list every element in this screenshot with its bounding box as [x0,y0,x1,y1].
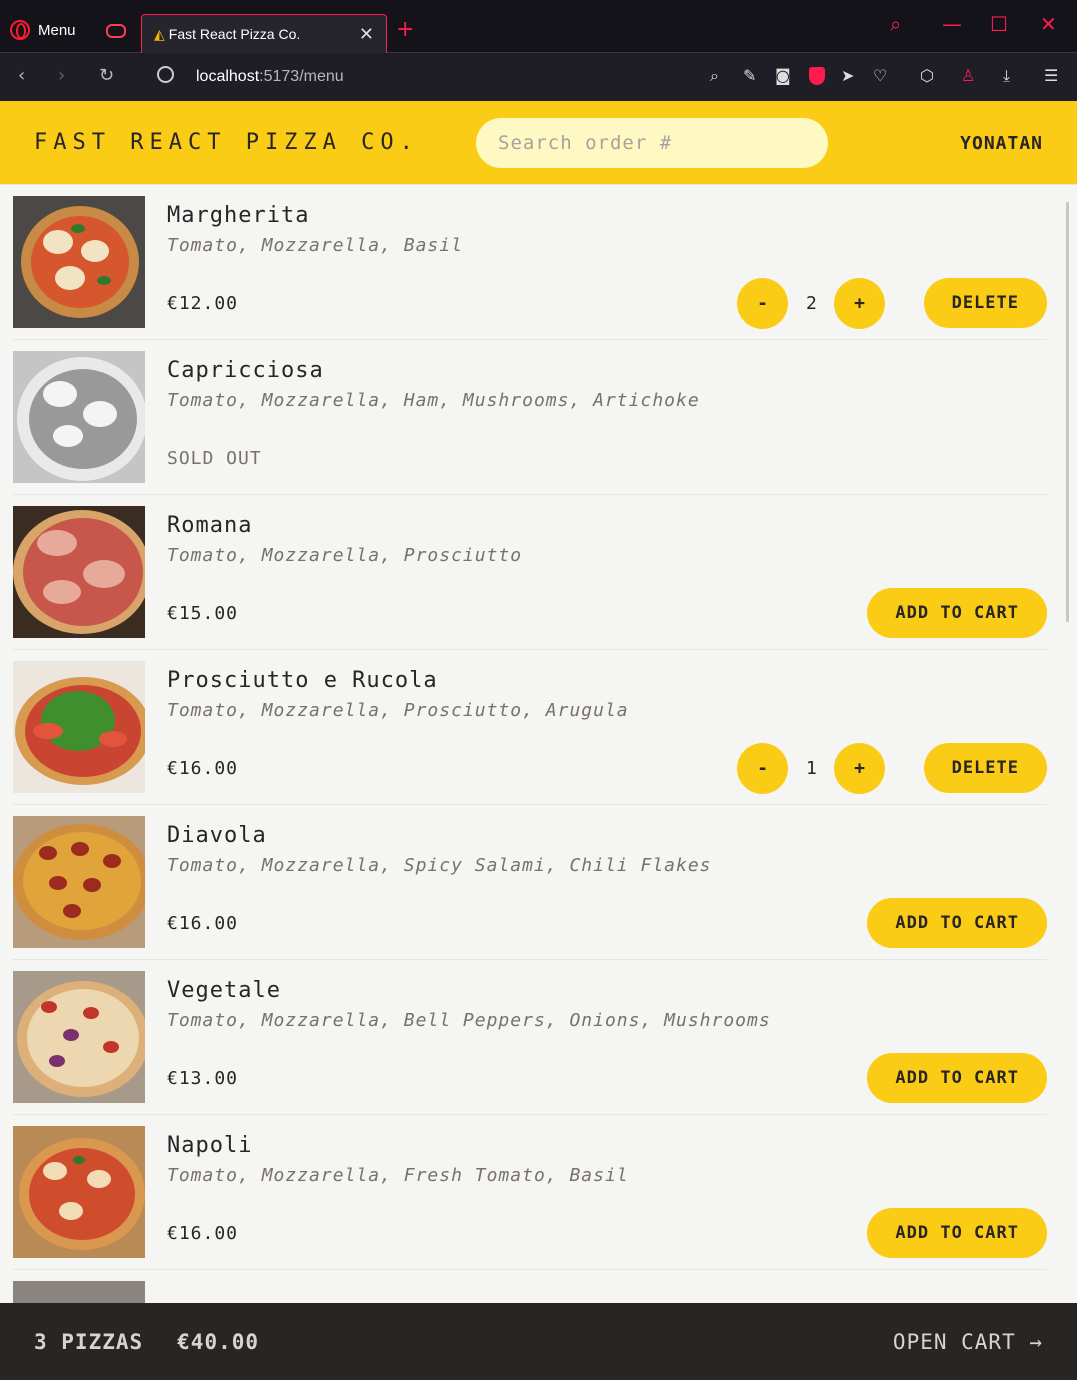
maximize-icon[interactable]: ☐ [990,12,1008,36]
globe-icon [157,66,174,83]
menu-list: Margherita Tomato, Mozzarella, Basil €12… [0,185,1077,1303]
pizza-price: €16.00 [167,1223,239,1244]
browser-menu-button[interactable]: Menu [10,20,76,40]
url-host: localhost [196,68,260,85]
scrollbar-thumb[interactable] [1066,202,1069,622]
cube-icon[interactable]: ⬡ [920,66,934,85]
increase-button[interactable]: + [834,278,885,329]
search-icon[interactable]: ⌕ [890,12,901,36]
add-to-cart-button[interactable]: ADD TO CART [867,588,1047,638]
quantity-stepper: - 2 + [737,278,885,329]
browser-tab-bar: Menu ◭ Fast React Pizza Co. ✕ + ⌕ — ☐ ✕ [0,0,1077,53]
heart-icon[interactable]: ♡ [873,66,887,85]
delete-button[interactable]: DELETE [923,278,1047,328]
browser-menu-label: Menu [38,21,76,39]
increase-button[interactable]: + [834,743,885,794]
browser-tab-active[interactable]: ◭ Fast React Pizza Co. ✕ [141,14,387,53]
zoom-icon[interactable]: ⌕ [710,66,719,86]
close-tab-icon[interactable]: ✕ [359,24,374,45]
opera-logo-icon [10,20,30,40]
cart-summary: 3 PIZZAS €40.00 [34,1330,259,1354]
download-icon[interactable]: ⤓ [1003,66,1010,86]
pizza-image [13,506,145,638]
pizza-name: Vegetale [167,978,281,1003]
app-header: Fast React Pizza Co. YONATAN [0,101,1077,185]
pizza-item: Vegetale Tomato, Mozzarella, Bell Pepper… [13,960,1047,1115]
pizza-favicon-icon: ◭ [154,25,165,42]
pizza-item: Napoli Tomato, Mozzarella, Fresh Tomato,… [13,1115,1047,1270]
url-field[interactable]: localhost:5173/menu [196,68,344,86]
pizza-name: Margherita [167,203,310,228]
pizza-item: Romana Tomato, Mozzarella, Prosciutto €1… [13,495,1047,650]
settings-sliders-icon[interactable]: ☰ [1044,66,1058,85]
open-cart-link[interactable]: OPEN CART → [893,1330,1043,1354]
pizza-image [13,971,145,1103]
reload-icon[interactable]: ↻ [99,65,114,86]
tab-title: Fast React Pizza Co. [168,26,301,42]
pizza-item: Margherita Tomato, Mozzarella, Basil €12… [13,185,1047,340]
pizza-ingredients: Tomato, Mozzarella, Prosciutto, Arugula [167,700,629,721]
camera-icon[interactable]: ◙ [775,66,791,85]
pizza-item: Prosciutto e Rucola Tomato, Mozzarella, … [13,650,1047,805]
new-tab-icon[interactable]: + [396,17,414,42]
add-to-cart-button[interactable]: ADD TO CART [867,1208,1047,1258]
pizza-ingredients: Tomato, Mozzarella, Fresh Tomato, Basil [167,1165,629,1186]
pizza-ingredients: Tomato, Mozzarella, Bell Peppers, Onions… [167,1010,771,1031]
pizza-ingredients: Tomato, Mozzarella, Ham, Mushrooms, Arti… [167,390,700,411]
logo[interactable]: Fast React Pizza Co. [34,130,419,155]
pizza-name: Capricciosa [167,358,324,383]
pizza-item: Capricciosa Tomato, Mozzarella, Ham, Mus… [13,340,1047,495]
decrease-button[interactable]: - [737,743,788,794]
pizza-name: Romana [167,513,253,538]
delete-button[interactable]: DELETE [923,743,1047,793]
url-path: :5173/menu [259,68,344,85]
pizza-image-partial [13,1281,145,1303]
quantity-value: 2 [806,293,817,314]
snapshot-edit-icon[interactable]: ✎ [743,66,756,85]
pizza-name: Napoli [167,1133,253,1158]
back-icon[interactable]: ‹ [18,65,25,86]
decrease-button[interactable]: - [737,278,788,329]
quantity-value: 1 [806,758,817,779]
minimize-icon[interactable]: — [942,12,962,36]
pizza-price: €16.00 [167,913,239,934]
add-to-cart-button[interactable]: ADD TO CART [867,898,1047,948]
cart-overview: 3 PIZZAS €40.00 OPEN CART → [0,1303,1077,1380]
sold-out-label: Sold out [167,448,262,469]
pizza-name: Diavola [167,823,267,848]
pizza-ingredients: Tomato, Mozzarella, Basil [167,235,463,256]
pizza-price: €13.00 [167,1068,239,1089]
pizza-name: Prosciutto e Rucola [167,668,438,693]
pizza-price: €15.00 [167,603,239,624]
pizza-item: Diavola Tomato, Mozzarella, Spicy Salami… [13,805,1047,960]
pizza-image [13,816,145,948]
cart-total: €40.00 [177,1330,260,1354]
cart-pizza-count: 3 PIZZAS [34,1330,144,1354]
address-bar: ‹ › ↻ localhost:5173/menu ⌕ ✎ ◙ ➤ ♡ ⬡ ♙ … [0,53,1077,101]
forward-icon[interactable]: › [58,65,65,86]
close-window-icon[interactable]: ✕ [1040,12,1057,36]
pizza-ingredients: Tomato, Mozzarella, Prosciutto [167,545,523,566]
pizza-ingredients: Tomato, Mozzarella, Spicy Salami, Chili … [167,855,712,876]
pizza-image [13,196,145,328]
pizza-image [13,1126,145,1258]
pizza-image [13,661,145,793]
pizza-price: €16.00 [167,758,239,779]
send-icon[interactable]: ➤ [841,66,854,85]
search-order-input[interactable] [476,118,828,168]
add-to-cart-button[interactable]: ADD TO CART [867,1053,1047,1103]
pizza-price: €12.00 [167,293,239,314]
profile-icon[interactable]: ♙ [961,66,975,85]
quantity-stepper: - 1 + [737,743,885,794]
scrollbar[interactable] [1063,190,1072,1280]
adblock-shield-icon[interactable] [809,67,825,85]
username: YONATAN [960,133,1043,154]
gamepad-icon[interactable] [106,24,126,38]
pizza-image [13,351,145,483]
